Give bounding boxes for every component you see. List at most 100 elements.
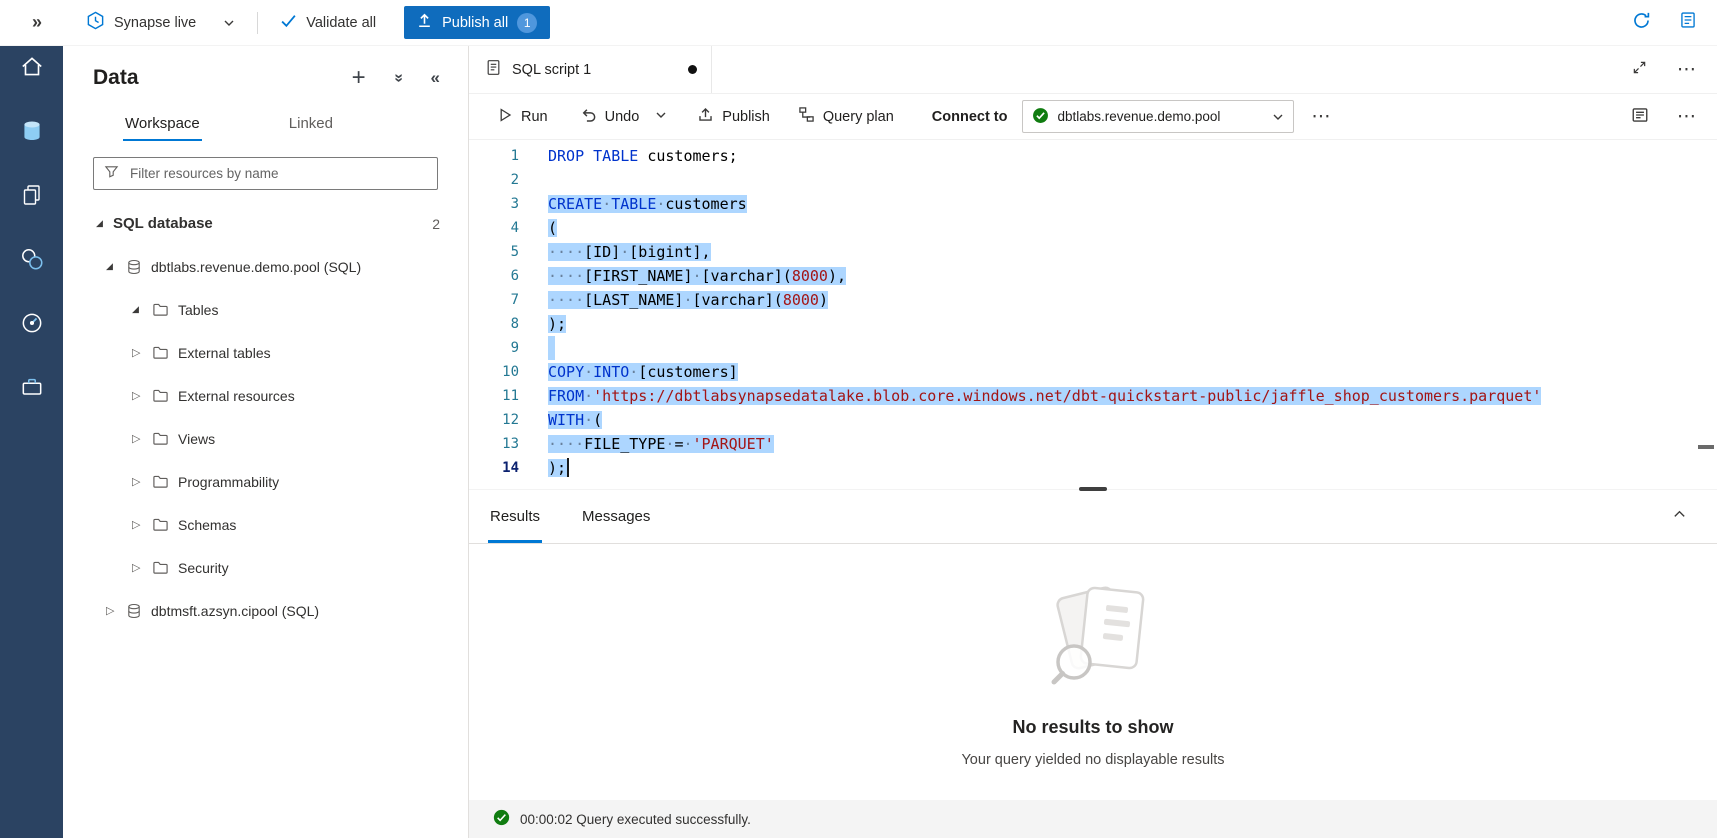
chevron-down-icon bbox=[655, 109, 667, 125]
double-chevron-left-icon: « bbox=[431, 68, 440, 88]
expand-icon bbox=[1632, 60, 1647, 80]
properties-button[interactable] bbox=[1629, 104, 1651, 130]
publish-button[interactable]: Publish bbox=[689, 100, 778, 133]
tree-item-label: Schemas bbox=[178, 517, 236, 533]
chevron-expanded-icon[interactable]: ◢ bbox=[96, 218, 113, 229]
tree-item-schemas[interactable]: ▷ Schemas bbox=[63, 503, 468, 546]
line-code[interactable] bbox=[548, 336, 555, 360]
scrollbar-marker[interactable] bbox=[1698, 445, 1714, 449]
pool-status-check-icon bbox=[1032, 107, 1049, 127]
collapse-panel-button[interactable]: « bbox=[429, 66, 442, 90]
rail-item-manage[interactable] bbox=[15, 372, 49, 406]
selection-highlight: ····[ID]·[bigint], bbox=[548, 243, 711, 261]
pool-select[interactable]: dbtlabs.revenue.demo.pool bbox=[1022, 100, 1294, 133]
tree-item-views[interactable]: ▷Views bbox=[63, 417, 468, 460]
filter-input[interactable] bbox=[128, 165, 427, 182]
chevron-collapsed-icon[interactable]: ▷ bbox=[106, 604, 123, 617]
collapse-results-button[interactable] bbox=[1670, 490, 1689, 543]
tree-item-security[interactable]: ▷Security bbox=[63, 546, 468, 589]
line-code[interactable]: ····FILE_TYPE·=·'PARQUET' bbox=[548, 432, 774, 456]
tree-item-programmability[interactable]: ▷ Programmability bbox=[63, 460, 468, 503]
rail-item-data[interactable] bbox=[15, 116, 49, 150]
publish-icon bbox=[697, 106, 714, 127]
release-notes-button[interactable] bbox=[1677, 9, 1699, 36]
query-plan-label: Query plan bbox=[823, 109, 894, 125]
folder-icon bbox=[152, 559, 169, 576]
line-code[interactable]: CREATE·TABLE·customers bbox=[548, 192, 747, 216]
line-code[interactable]: ····[ID]·[bigint], bbox=[548, 240, 711, 264]
tree-item-external-tables[interactable]: ▷External tables bbox=[63, 331, 468, 374]
code-editor[interactable]: 1DROP TABLE customers;23CREATE·TABLE·cus… bbox=[469, 140, 1717, 489]
line-code[interactable]: DROP TABLE customers; bbox=[548, 144, 738, 168]
editor-line-10[interactable]: 10COPY·INTO·[customers] bbox=[469, 360, 1717, 384]
line-code[interactable]: ); bbox=[548, 456, 569, 480]
results-tab-messages[interactable]: Messages bbox=[572, 490, 660, 543]
line-code[interactable]: FROM·'https://dbtlabsynapsedatalake.blob… bbox=[548, 384, 1541, 408]
results-tab-results[interactable]: Results bbox=[480, 490, 550, 543]
tree-item-sql-database[interactable]: ◢SQL database2 bbox=[63, 202, 468, 245]
tree-item-label: Tables bbox=[178, 302, 218, 318]
tree-item-external-resources[interactable]: ▷External resources bbox=[63, 374, 468, 417]
editor-line-13[interactable]: 13····FILE_TYPE·=·'PARQUET' bbox=[469, 432, 1717, 456]
publish-label: Publish bbox=[722, 109, 770, 125]
undo-icon bbox=[580, 106, 597, 127]
topbar-right-actions bbox=[1630, 9, 1699, 37]
toolbar-overflow-button[interactable]: ⋯ bbox=[1675, 103, 1699, 130]
panel-splitter-handle[interactable] bbox=[1079, 487, 1107, 491]
line-code[interactable]: ····[FIRST_NAME]·[varchar](8000), bbox=[548, 264, 846, 288]
editor-line-1[interactable]: 1DROP TABLE customers; bbox=[469, 144, 1717, 168]
chevron-collapsed-icon[interactable]: ▷ bbox=[132, 518, 149, 531]
chevron-expanded-icon[interactable]: ◢ bbox=[132, 304, 149, 315]
publish-all-button[interactable]: Publish all 1 bbox=[404, 6, 550, 39]
editor-line-4[interactable]: 4( bbox=[469, 216, 1717, 240]
query-plan-button[interactable]: Query plan bbox=[790, 100, 902, 133]
tree-item-tables[interactable]: ◢ Tables bbox=[63, 288, 468, 331]
editor-line-2[interactable]: 2 bbox=[469, 168, 1717, 192]
editor-line-6[interactable]: 6····[FIRST_NAME]·[varchar](8000), bbox=[469, 264, 1717, 288]
chevron-expanded-icon[interactable]: ◢ bbox=[106, 261, 123, 272]
line-code[interactable]: ( bbox=[548, 216, 557, 240]
toolbar-more-button[interactable]: ⋯ bbox=[1312, 105, 1332, 128]
chevron-collapsed-icon[interactable]: ▷ bbox=[132, 389, 149, 402]
expand-editor-button[interactable] bbox=[1630, 58, 1649, 82]
chevron-collapsed-icon[interactable]: ▷ bbox=[132, 346, 149, 359]
branch-selector[interactable]: Synapse live bbox=[86, 11, 235, 35]
editor-line-8[interactable]: 8); bbox=[469, 312, 1717, 336]
rail-item-develop[interactable] bbox=[15, 180, 49, 214]
editor-line-14[interactable]: 14); bbox=[469, 456, 1717, 480]
undo-button[interactable]: Undo bbox=[572, 100, 648, 133]
editor-line-11[interactable]: 11FROM·'https://dbtlabsynapsedatalake.bl… bbox=[469, 384, 1717, 408]
tab-sql-script-1[interactable]: SQL script 1 bbox=[469, 46, 712, 93]
tree-item-label: Programmability bbox=[178, 474, 279, 490]
rail-item-monitor[interactable] bbox=[15, 308, 49, 342]
editor-line-3[interactable]: 3CREATE·TABLE·customers bbox=[469, 192, 1717, 216]
tree-item-dbtmsft-azsyn-cipool-sql[interactable]: ▷dbtmsft.azsyn.cipool (SQL) bbox=[63, 589, 468, 632]
add-resource-button[interactable]: + bbox=[350, 64, 368, 92]
tab-more-button[interactable]: ⋯ bbox=[1675, 56, 1699, 83]
rail-item-integrate[interactable] bbox=[15, 244, 49, 278]
tree-item-dbtlabs-revenue-demo-pool-sql[interactable]: ◢dbtlabs.revenue.demo.pool (SQL) bbox=[63, 245, 468, 288]
refresh-button[interactable] bbox=[1630, 9, 1653, 37]
line-code[interactable]: COPY·INTO·[customers] bbox=[548, 360, 738, 384]
double-chevron-down-icon: » bbox=[389, 74, 407, 83]
validate-all-button[interactable]: Validate all bbox=[280, 12, 376, 33]
editor-line-7[interactable]: 7····[LAST_NAME]·[varchar](8000) bbox=[469, 288, 1717, 312]
sidebar-tab-workspace[interactable]: Workspace bbox=[123, 106, 202, 141]
editor-line-9[interactable]: 9 bbox=[469, 336, 1717, 360]
chevron-collapsed-icon[interactable]: ▷ bbox=[132, 432, 149, 445]
line-code[interactable]: ····[LAST_NAME]·[varchar](8000) bbox=[548, 288, 828, 312]
sidebar-tab-linked[interactable]: Linked bbox=[287, 106, 335, 141]
line-number: 9 bbox=[469, 336, 519, 360]
home-icon bbox=[19, 54, 45, 85]
line-code[interactable]: ); bbox=[548, 312, 566, 336]
breadcrumb-expand-button[interactable]: » bbox=[30, 10, 44, 35]
chevron-collapsed-icon[interactable]: ▷ bbox=[132, 561, 149, 574]
undo-dropdown-button[interactable] bbox=[647, 103, 675, 131]
collapse-all-button[interactable]: » bbox=[392, 67, 405, 89]
editor-line-12[interactable]: 12WITH·( bbox=[469, 408, 1717, 432]
run-button[interactable]: Run bbox=[489, 101, 556, 133]
editor-line-5[interactable]: 5····[ID]·[bigint], bbox=[469, 240, 1717, 264]
line-code[interactable]: WITH·( bbox=[548, 408, 602, 432]
rail-item-home[interactable] bbox=[15, 52, 49, 86]
chevron-collapsed-icon[interactable]: ▷ bbox=[132, 475, 149, 488]
